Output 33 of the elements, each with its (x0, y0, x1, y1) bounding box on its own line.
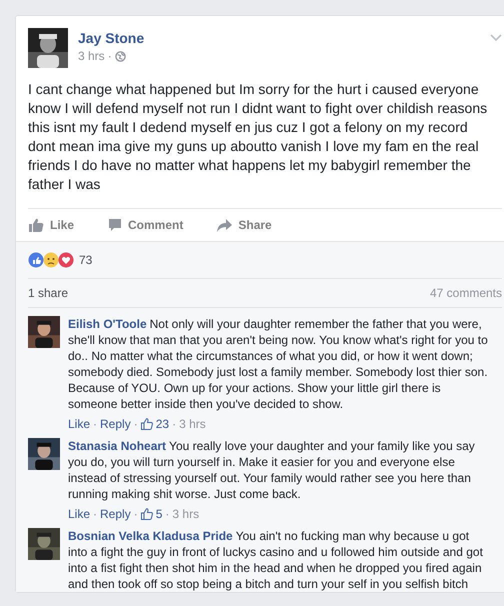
thumbs-up-icon (140, 418, 153, 430)
reply-link[interactable]: Reply (100, 506, 131, 522)
commenter-link[interactable]: Eilish O'Toole (68, 317, 147, 331)
post-text: I cant change what happened but Im sorry for the hurt i caused everyone know I will defend myself not run I didnt want to fight over childish reasons this isnt my fault I dedend myself en jus cuz I got a felony on my record dont mean ima give my guns up aboutto vanish I love my fam en the real friends I do have no matter what happens let my babygirl remember the father I was (28, 80, 488, 194)
comment-text: Stanasia Noheart You really love your daughter and your family like you say you do, you will turn yourself in. Make it easier for you and everyone else instead of stressing yourself out. Your family would rather see you here than running making shit worse. Just come back. (68, 438, 476, 502)
like-count: 23 (156, 416, 170, 432)
globe-icon (114, 50, 126, 62)
thumbs-up-icon (29, 218, 44, 232)
comment-text: Eilish O'Toole Not only will your daughter remember the father that you were, she'll know that man that you aren't being now. You know what's right for you to do.. No matter what the circumstances of what you did, or how it went down; somebody died. Somebody just lost a family member. Somebody lost thier son. Because of YOU. Own up for your actions. Show your little girl there is someone better inside then you've decided to show. (68, 316, 489, 412)
like-link[interactable]: Like (68, 416, 90, 432)
author-link[interactable]: Jay Stone (78, 29, 144, 47)
separator-dot: · (172, 416, 176, 432)
like-button[interactable]: Like (29, 216, 74, 234)
commenter-link[interactable]: Stanasia Noheart (68, 439, 166, 453)
separator-dot: · (134, 416, 138, 432)
like-count: 5 (156, 506, 162, 522)
reaction-count[interactable]: 73 (79, 251, 92, 269)
share-arrow-icon (217, 218, 232, 232)
comment-text: Bosnian Velka Kladusa Pride You ain't no fucking man why because u got into a fight the guy in front of luckys casino and u followed him outside and got into a fist fight then shot him in the head and when he dropped you fired again and then took off so stop being a bitch and turn your self in you selfish bitch (68, 528, 484, 592)
like-link[interactable]: Like (68, 506, 90, 522)
commenter-link[interactable]: Bosnian Velka Kladusa Pride (68, 529, 233, 543)
thumbs-up-icon (140, 508, 153, 520)
separator-dot: · (93, 416, 98, 432)
separator-dot: · (134, 506, 138, 522)
reply-link[interactable]: Reply (100, 416, 131, 432)
share-button[interactable]: Share (217, 216, 272, 234)
reaction-icons[interactable] (28, 252, 75, 268)
speech-bubble-icon (108, 218, 122, 232)
separator-dot: · (108, 48, 112, 65)
comment-button[interactable]: Comment (108, 216, 184, 234)
separator-dot: · (93, 506, 98, 522)
shares-link[interactable]: 1 share (28, 284, 68, 302)
separator-dot: · (165, 506, 170, 522)
